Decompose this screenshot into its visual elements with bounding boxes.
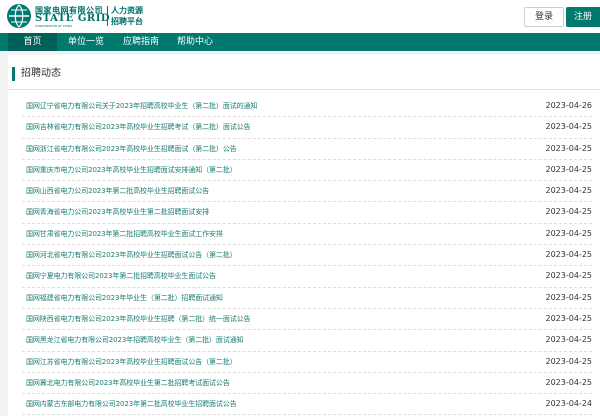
notice-date: 2023-04-25: [545, 377, 593, 387]
notice-title-link[interactable]: 国网浙江省电力有限公司2023年高校毕业生招聘面试（第二批）公告: [26, 144, 237, 154]
notice-title-link[interactable]: 国网黑龙江省电力有限公司2023年招聘高校毕业生（第二批）面试通知: [26, 335, 244, 345]
list-item[interactable]: 国网黑龙江省电力有限公司2023年招聘高校毕业生（第二批）面试通知 2023-0…: [22, 330, 593, 352]
main-nav: 首页 单位一览 应聘指南 帮助中心: [0, 33, 600, 51]
state-grid-emblem-icon: [7, 4, 31, 28]
platform-name: 人力资源 招聘平台: [111, 5, 143, 27]
state-grid-logo[interactable]: 国家电网有限公司 STATE GRID CORPORATION OF CHINA…: [6, 3, 206, 29]
list-item[interactable]: 国网冀北电力有限公司2023年高校毕业生第二批招聘考试面试公告 2023-04-…: [22, 373, 593, 395]
list-item[interactable]: 国网内蒙古东部电力有限公司2023年第二批高校毕业生招聘面试公告 2023-04…: [22, 394, 593, 416]
list-item[interactable]: 国网浙江省电力有限公司2023年高校毕业生招聘面试（第二批）公告 2023-04…: [22, 139, 592, 160]
list-item[interactable]: 国网甘肃省电力公司2023年第二批招聘高校毕业生面试工作安排 2023-04-2…: [22, 224, 593, 246]
notice-date: 2023-04-25: [545, 313, 593, 323]
notice-date: 2023-04-26: [545, 101, 593, 110]
notice-date: 2023-04-25: [545, 186, 593, 196]
notice-date: 2023-04-24: [545, 399, 593, 409]
logo-divider: [107, 6, 108, 26]
list-item[interactable]: 国网江苏省电力有限公司2023年高校毕业生招聘面试公告（第二批） 2023-04…: [22, 352, 592, 373]
list-item[interactable]: 国网宁夏电力有限公司2023年第二批招聘高校毕业生面试公告 2023-04-25: [22, 266, 593, 288]
list-item[interactable]: 国网辽宁省电力有限公司关于2023年招聘高校毕业生（第二批）面试的通知 2023…: [22, 96, 593, 118]
notice-title-link[interactable]: 国网山西省电力公司2023年第二批高校毕业生招聘面试公告: [26, 186, 209, 196]
login-button[interactable]: 登录: [524, 7, 564, 27]
section-divider: [8, 89, 600, 90]
nav-item-units[interactable]: 单位一览: [57, 33, 115, 51]
notice-list: 国网辽宁省电力有限公司关于2023年招聘高校毕业生（第二批）面试的通知 2023…: [8, 96, 600, 416]
platform-name-line1: 人力资源: [111, 6, 143, 15]
section-title-text: 招聘动态: [21, 68, 61, 79]
notice-date: 2023-04-25: [545, 356, 593, 366]
notice-date: 2023-04-25: [545, 207, 593, 217]
notice-date: 2023-04-25: [545, 143, 593, 153]
notice-date: 2023-04-25: [545, 122, 593, 132]
notice-date: 2023-04-25: [545, 250, 593, 260]
logo-english-name: STATE GRID: [35, 13, 111, 24]
notice-date: 2023-04-25: [545, 228, 593, 238]
notice-date: 2023-04-25: [545, 164, 593, 174]
recruitment-news-panel: 招聘动态 国网辽宁省电力有限公司关于2023年招聘高校毕业生（第二批）面试的通知…: [8, 55, 600, 416]
list-item[interactable]: 国网山西省电力公司2023年第二批高校毕业生招聘面试公告 2023-04-25: [22, 181, 593, 203]
notice-title-link[interactable]: 国网内蒙古东部电力有限公司2023年第二批高校毕业生招聘面试公告: [26, 399, 237, 409]
nav-item-guide[interactable]: 应聘指南: [115, 33, 167, 51]
list-item[interactable]: 国网陕西省电力有限公司2023年高校毕业生招聘（第二批）统一面试公告 2023-…: [22, 309, 593, 331]
site-header: 国家电网有限公司 STATE GRID CORPORATION OF CHINA…: [0, 0, 600, 33]
notice-title-link[interactable]: 国网甘肃省电力公司2023年第二批招聘高校毕业生面试工作安排: [26, 229, 223, 239]
notice-date: 2023-04-25: [545, 271, 593, 281]
notice-title-link[interactable]: 国网福建省电力有限公司2023年毕业生（第二批）招聘面试通知: [26, 293, 223, 303]
notice-title-link[interactable]: 国网吉林省电力有限公司2023年高校毕业生招聘考试（第二批）面试公告: [26, 122, 251, 132]
notice-title-link[interactable]: 国网宁夏电力有限公司2023年第二批招聘高校毕业生面试公告: [26, 271, 216, 281]
notice-title-link[interactable]: 国网冀北电力有限公司2023年高校毕业生第二批招聘考试面试公告: [26, 378, 230, 388]
list-item[interactable]: 国网重庆市电力公司2023年高校毕业生招聘面试安排通知（第二批） 2023-04…: [22, 160, 593, 182]
notice-title-link[interactable]: 国网青海省电力公司2023年高校毕业生第二批招聘面试安排: [26, 207, 209, 217]
list-item[interactable]: 国网福建省电力有限公司2023年毕业生（第二批）招聘面试通知 2023-04-2…: [22, 288, 592, 309]
section-title-accent: [12, 67, 15, 81]
list-item[interactable]: 国网吉林省电力有限公司2023年高校毕业生招聘考试（第二批）面试公告 2023-…: [22, 117, 593, 139]
logo-corporation-tag: CORPORATION OF CHINA: [35, 24, 73, 28]
platform-name-line2: 招聘平台: [111, 17, 143, 26]
notice-title-link[interactable]: 国网陕西省电力有限公司2023年高校毕业生招聘（第二批）统一面试公告: [26, 314, 251, 324]
section-title: 招聘动态: [12, 67, 61, 81]
nav-item-help[interactable]: 帮助中心: [167, 33, 223, 51]
list-item[interactable]: 国网青海省电力公司2023年高校毕业生第二批招聘面试安排 2023-04-25: [22, 202, 593, 224]
notice-date: 2023-04-25: [545, 292, 593, 302]
notice-title-link[interactable]: 国网辽宁省电力有限公司关于2023年招聘高校毕业生（第二批）面试的通知: [26, 101, 257, 111]
notice-title-link[interactable]: 国网河北省电力有限公司2023年高校毕业生招聘面试公告（第二批）: [26, 250, 237, 260]
nav-item-home[interactable]: 首页: [8, 33, 57, 51]
notice-title-link[interactable]: 国网重庆市电力公司2023年高校毕业生招聘面试安排通知（第二批）: [26, 165, 237, 175]
notice-title-link[interactable]: 国网江苏省电力有限公司2023年高校毕业生招聘面试公告（第二批）: [26, 357, 237, 367]
notice-date: 2023-04-25: [545, 335, 593, 345]
register-button[interactable]: 注册: [566, 7, 600, 27]
list-item[interactable]: 国网河北省电力有限公司2023年高校毕业生招聘面试公告（第二批） 2023-04…: [22, 245, 593, 267]
